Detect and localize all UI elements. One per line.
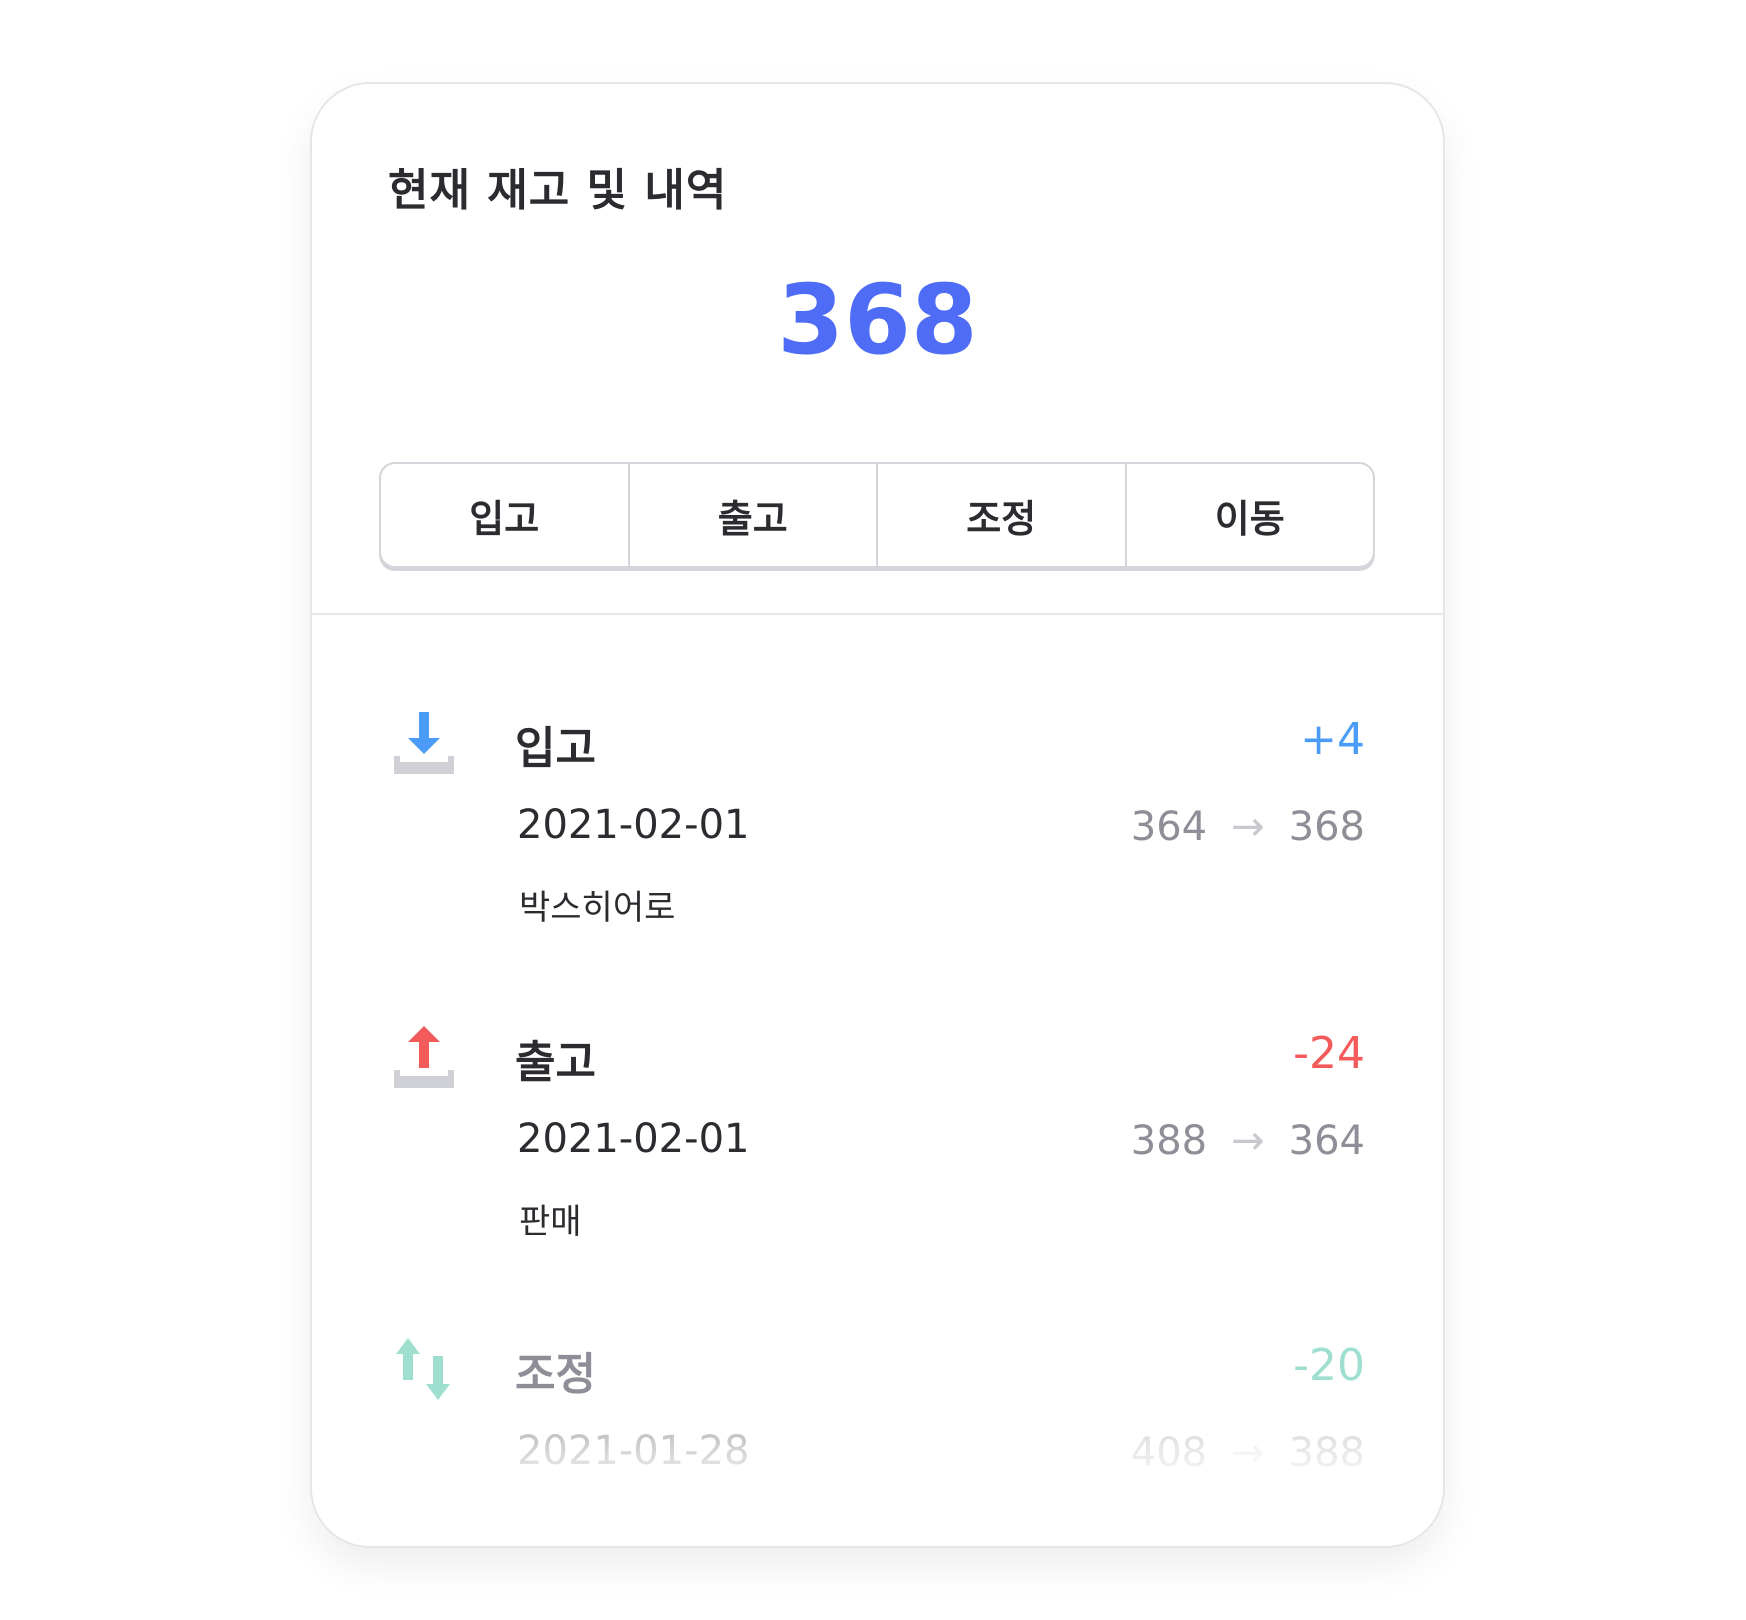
history-amount: -20 — [1293, 1340, 1365, 1391]
arrow-right-icon: → — [1231, 1118, 1265, 1164]
swap-arrows-icon — [396, 1338, 450, 1400]
upload-arrow-icon — [394, 1026, 454, 1088]
card-title: 현재 재고 및 내역 — [388, 165, 728, 216]
history-amount: -24 — [1293, 1028, 1365, 1079]
adjust-button[interactable]: 조정 — [878, 464, 1127, 566]
history-note: 판매 — [519, 1202, 582, 1242]
history-type: 출고 — [515, 1037, 596, 1088]
move-button[interactable]: 이동 — [1127, 464, 1374, 566]
arrow-right-icon: → — [1231, 804, 1265, 850]
scroll-fade-overlay — [312, 1409, 1443, 1546]
history-amount: +4 — [1300, 714, 1365, 765]
history-note: 박스히어로 — [519, 888, 676, 928]
history-type: 조정 — [515, 1349, 596, 1400]
stock-change: 364 → 368 — [1131, 804, 1365, 850]
divider — [312, 613, 1443, 615]
stock-change: 388 → 364 — [1131, 1118, 1365, 1164]
stock-out-button[interactable]: 출고 — [630, 464, 878, 566]
current-stock-value: 368 — [777, 264, 978, 376]
history-item[interactable]: 입고 +4 2021-02-01 364 → 368 박스히어로 — [312, 712, 1443, 972]
history-type: 입고 — [515, 723, 596, 774]
stock-in-button[interactable]: 입고 — [381, 464, 630, 566]
stock-after: 364 — [1288, 1118, 1365, 1164]
history-date: 2021-02-01 — [517, 802, 750, 848]
download-arrow-icon — [394, 712, 454, 774]
action-button-group: 입고 출고 조정 이동 — [379, 462, 1375, 568]
inventory-card: 현재 재고 및 내역 368 입고 출고 조정 이동 입고 +4 2021-02… — [310, 82, 1445, 1548]
history-item[interactable]: 출고 -24 2021-02-01 388 → 364 판매 — [312, 1026, 1443, 1286]
stock-before: 364 — [1130, 804, 1208, 850]
stock-before: 388 — [1130, 1118, 1208, 1164]
history-date: 2021-02-01 — [517, 1116, 750, 1162]
stock-after: 368 — [1288, 804, 1365, 850]
